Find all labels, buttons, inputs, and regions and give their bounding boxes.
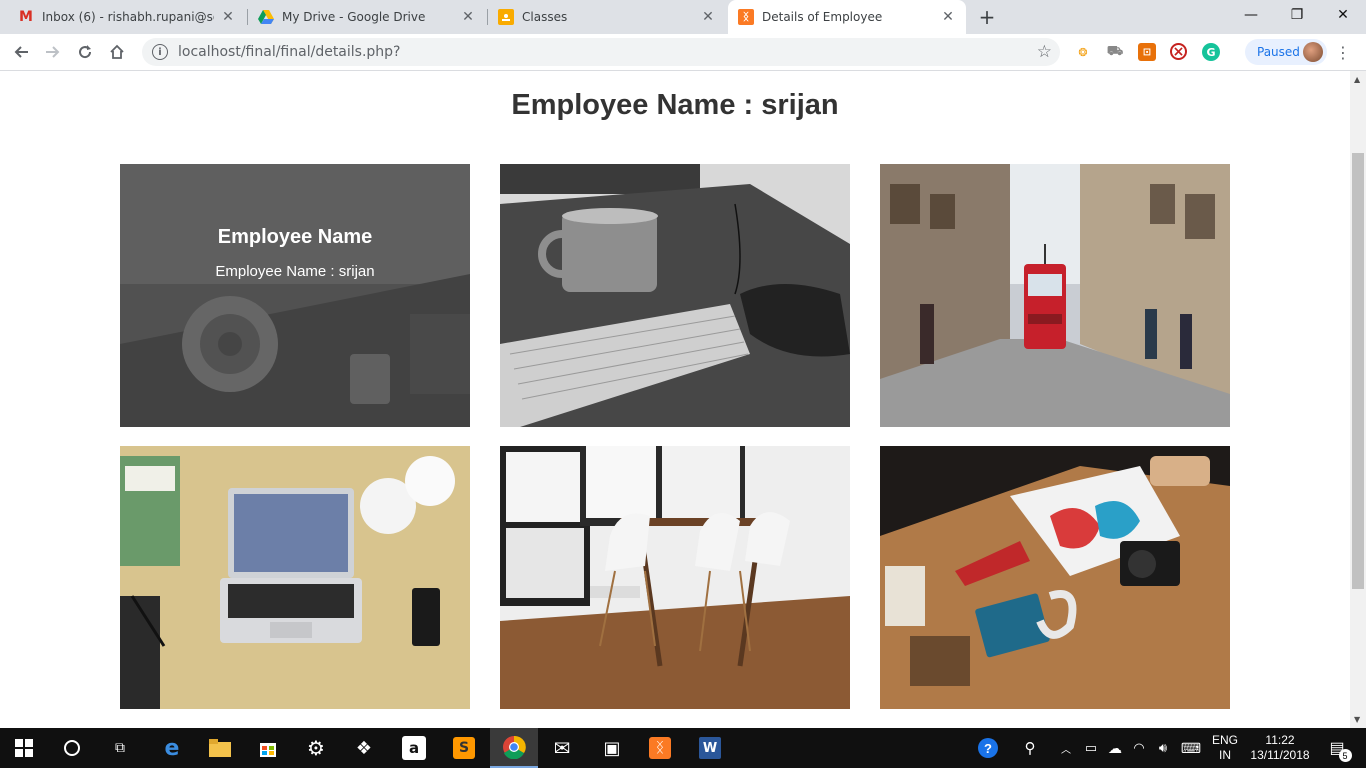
reload-icon xyxy=(79,45,92,59)
street-tram-image xyxy=(880,164,1230,427)
word-icon[interactable]: W xyxy=(686,728,734,768)
mail-icon[interactable]: ✉ xyxy=(538,728,586,768)
language-indicator[interactable]: ENG IN xyxy=(1208,728,1242,768)
tab-title: Details of Employee xyxy=(762,10,883,24)
avatar xyxy=(1303,42,1323,62)
volume-icon[interactable]: 🔊︎ xyxy=(1152,728,1174,768)
gallery-tile-2[interactable] xyxy=(500,164,850,427)
close-icon[interactable]: ✕ xyxy=(940,9,956,25)
forward-arrow-icon xyxy=(46,46,60,58)
onedrive-icon[interactable]: ☁ xyxy=(1104,728,1126,768)
flatlay-table-image xyxy=(880,446,1230,709)
address-bar[interactable]: i localhost/final/final/details.php? ☆ xyxy=(142,38,1060,66)
overlay-text: Employee Name : srijan xyxy=(215,263,375,280)
minimize-button[interactable]: — xyxy=(1228,0,1274,30)
reload-button[interactable] xyxy=(72,39,98,65)
chrome-icon[interactable] xyxy=(490,728,538,768)
dining-room-image xyxy=(500,446,850,709)
home-icon xyxy=(110,44,124,59)
amazon-icon[interactable]: a xyxy=(390,728,438,768)
google-drive-icon xyxy=(258,9,274,25)
tab-gmail[interactable]: M Inbox (6) - rishabh.rupani@soma ✕ xyxy=(8,0,246,34)
scroll-down-arrow-icon[interactable]: ▼ xyxy=(1354,715,1360,724)
gallery-tile-1[interactable]: Employee Name Employee Name : srijan xyxy=(120,164,470,427)
block-icon[interactable]: × xyxy=(1170,43,1187,60)
windows-start-icon[interactable] xyxy=(0,728,48,768)
grammarly-icon[interactable]: G xyxy=(1202,43,1220,61)
url-text: localhost/final/final/details.php? xyxy=(178,44,401,60)
tab-title: My Drive - Google Drive xyxy=(282,10,426,24)
gmail-icon: M xyxy=(19,9,33,25)
edge-icon[interactable]: e xyxy=(148,728,196,768)
bookmark-star-icon[interactable]: ☆ xyxy=(1037,42,1052,62)
extension-lock-icon[interactable]: ⊡ xyxy=(1138,43,1156,61)
keyboard-icon[interactable]: ⌨ xyxy=(1176,728,1206,768)
wifi-icon[interactable]: ◠ xyxy=(1128,728,1150,768)
forward-button[interactable] xyxy=(40,39,66,65)
clock[interactable]: 11:22 13/11/2018 xyxy=(1246,728,1314,768)
tab-title: Classes xyxy=(522,10,568,24)
back-button[interactable] xyxy=(8,39,34,65)
classroom-icon xyxy=(498,9,514,25)
scrollbar-thumb[interactable] xyxy=(1352,153,1364,589)
tile-overlay: Employee Name Employee Name : srijan xyxy=(120,164,470,427)
restore-button[interactable]: ❐ xyxy=(1274,0,1320,30)
tab-strip: M Inbox (6) - rishabh.rupani@soma ✕ My D… xyxy=(0,0,1366,34)
battery-icon[interactable]: ▭ xyxy=(1080,728,1102,768)
gallery-tile-6[interactable] xyxy=(880,446,1230,709)
close-icon[interactable]: ✕ xyxy=(220,9,236,25)
browser-toolbar: i localhost/final/final/details.php? ☆ ❂… xyxy=(0,34,1366,71)
language-code: ENG xyxy=(1211,733,1238,747)
overlay-heading: Employee Name xyxy=(217,226,373,248)
settings-gear-icon[interactable]: ⚙ xyxy=(292,728,340,768)
more-menu-icon[interactable]: ⋮ xyxy=(1335,42,1351,62)
extension-50-icon[interactable]: ❂ xyxy=(1074,43,1092,61)
page-title: Employee Name : srijan xyxy=(511,89,839,121)
xampp-taskbar-icon[interactable]: ᛝ xyxy=(636,728,684,768)
store-icon[interactable] xyxy=(244,728,292,768)
gallery-tile-5[interactable] xyxy=(500,446,850,709)
tab-title: Inbox (6) - rishabh.rupani@soma xyxy=(42,10,214,24)
task-view-icon[interactable]: ⧉ xyxy=(96,728,144,768)
page-scrollbar[interactable]: ▲ ▼ xyxy=(1350,71,1366,728)
tab-google-drive[interactable]: My Drive - Google Drive ✕ xyxy=(248,0,486,34)
windows-taskbar: ⧉ e ⚙ ❖ a S ✉ ▣ ᛝ W ? ⚲ ︿ ▭ ☁ ◠ 🔊︎ ⌨ ENG… xyxy=(0,728,1366,768)
cart-icon[interactable]: ⛟ xyxy=(1106,43,1124,61)
new-tab-button[interactable]: + xyxy=(976,5,998,29)
laptop-desk-image xyxy=(120,446,470,709)
profile-status: Paused xyxy=(1257,45,1300,59)
gallery-tile-3[interactable] xyxy=(880,164,1230,427)
page-content: Employee Name : srijan Employee Name Emp… xyxy=(0,71,1350,728)
xampp-icon: ᛝ xyxy=(738,9,754,25)
back-arrow-icon xyxy=(14,46,28,58)
help-icon[interactable]: ? xyxy=(974,728,1002,768)
close-icon[interactable]: ✕ xyxy=(460,9,476,25)
info-icon[interactable]: i xyxy=(152,44,168,60)
notification-count: 5 xyxy=(1338,749,1352,762)
show-hidden-icons-icon[interactable]: ︿ xyxy=(1058,728,1074,768)
people-icon[interactable]: ⚲ xyxy=(1018,728,1042,768)
tab-classes[interactable]: Classes ✕ xyxy=(488,0,726,34)
clock-date: 13/11/2018 xyxy=(1250,748,1310,762)
profile-button[interactable]: Paused xyxy=(1245,39,1327,65)
scroll-up-arrow-icon[interactable]: ▲ xyxy=(1354,75,1360,84)
action-center-icon[interactable]: ▤ 5 xyxy=(1320,728,1354,768)
close-icon[interactable]: ✕ xyxy=(700,9,716,25)
sublime-text-icon[interactable]: S xyxy=(440,728,488,768)
window-close-button[interactable]: ✕ xyxy=(1320,0,1366,30)
clock-time: 11:22 xyxy=(1265,733,1295,747)
photos-icon[interactable]: ▣ xyxy=(588,728,636,768)
gallery-tile-4[interactable] xyxy=(120,446,470,709)
tab-details-of-employee[interactable]: ᛝ Details of Employee ✕ xyxy=(728,0,966,34)
home-button[interactable] xyxy=(104,39,130,65)
keyboard-mug-image xyxy=(500,164,850,427)
region-code: IN xyxy=(1219,748,1231,762)
cortana-search-icon[interactable] xyxy=(48,728,96,768)
dropbox-icon[interactable]: ❖ xyxy=(340,728,388,768)
file-explorer-icon[interactable] xyxy=(196,728,244,768)
